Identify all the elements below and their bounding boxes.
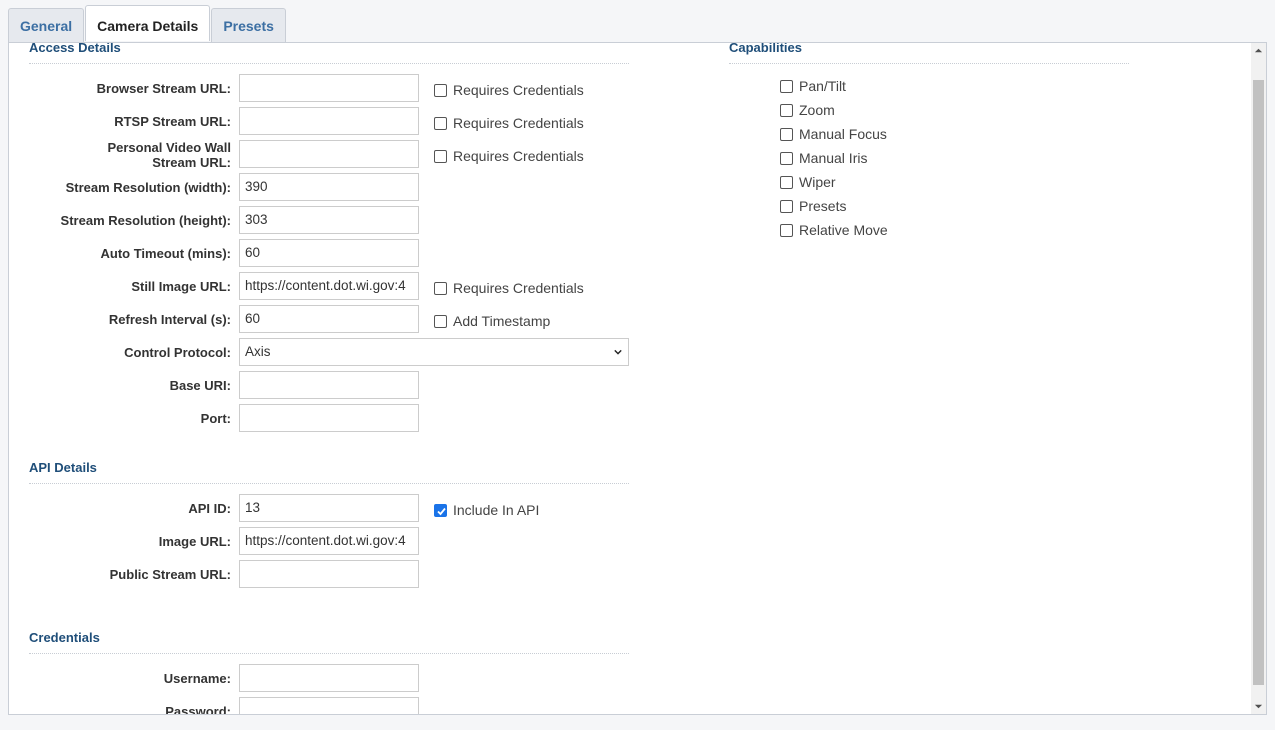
refresh-interval-input[interactable]: 60 xyxy=(239,305,419,333)
browser-stream-requires-credentials[interactable]: Requires Credentials xyxy=(434,82,584,98)
username-label: Username: xyxy=(163,671,231,686)
browser-stream-url-input[interactable] xyxy=(239,74,419,102)
stream-height-input[interactable]: 303 xyxy=(239,206,419,234)
capability-manual-focus-checkbox[interactable] xyxy=(780,127,793,141)
personal-video-wall-label-line1: Personal Video Wall xyxy=(107,140,231,155)
password-label: Password: xyxy=(165,704,231,715)
capability-zoom[interactable]: Zoom xyxy=(780,102,835,118)
browser-stream-requires-credentials-label: Requires Credentials xyxy=(453,82,584,98)
public-stream-url-label: Public Stream URL: xyxy=(109,567,231,582)
personal-video-wall-requires-credentials[interactable]: Requires Credentials xyxy=(434,148,584,164)
capability-pan-tilt-label: Pan/Tilt xyxy=(799,78,846,94)
username-input[interactable] xyxy=(239,664,419,692)
capability-zoom-checkbox[interactable] xyxy=(780,103,793,117)
capability-manual-focus-label: Manual Focus xyxy=(799,126,887,142)
api-id-input[interactable]: 13 xyxy=(239,494,419,522)
include-in-api-label: Include In API xyxy=(453,502,540,518)
still-image-requires-credentials[interactable]: Requires Credentials xyxy=(434,280,584,296)
still-image-url-label: Still Image URL: xyxy=(131,279,231,294)
capability-wiper-label: Wiper xyxy=(799,174,836,190)
capability-manual-focus[interactable]: Manual Focus xyxy=(780,126,887,142)
camera-details-panel: Access Details Browser Stream URL: Requi… xyxy=(8,42,1267,715)
capability-pan-tilt[interactable]: Pan/Tilt xyxy=(780,78,846,94)
capability-manual-iris-checkbox[interactable] xyxy=(780,151,793,165)
vertical-scrollbar[interactable] xyxy=(1251,43,1266,714)
stream-height-label: Stream Resolution (height): xyxy=(60,213,231,228)
stream-width-label: Stream Resolution (width): xyxy=(65,180,231,195)
rtsp-stream-url-label: RTSP Stream URL: xyxy=(114,114,231,129)
base-uri-label: Base URI: xyxy=(169,378,231,393)
personal-video-wall-label-line2: Stream URL: xyxy=(152,155,231,170)
rtsp-requires-credentials[interactable]: Requires Credentials xyxy=(434,115,584,131)
chevron-down-icon xyxy=(614,349,622,355)
capability-wiper-checkbox[interactable] xyxy=(780,175,793,189)
control-protocol-value: Axis xyxy=(245,344,271,359)
personal-video-wall-url-input[interactable] xyxy=(239,140,419,168)
personal-video-wall-requires-credentials-label: Requires Credentials xyxy=(453,148,584,164)
browser-stream-url-label: Browser Stream URL: xyxy=(96,81,231,96)
rtsp-stream-url-input[interactable] xyxy=(239,107,419,135)
personal-video-wall-label: Personal Video Wall Stream URL: xyxy=(9,140,231,170)
rtsp-requires-credentials-label: Requires Credentials xyxy=(453,115,584,131)
add-timestamp-checkbox[interactable] xyxy=(434,314,447,328)
tab-general[interactable]: General xyxy=(8,8,85,42)
capability-presets-checkbox[interactable] xyxy=(780,199,793,213)
add-timestamp[interactable]: Add Timestamp xyxy=(434,313,550,329)
access-details-heading: Access Details xyxy=(29,42,121,55)
capability-presets[interactable]: Presets xyxy=(780,198,846,214)
capability-relative-move-label: Relative Move xyxy=(799,222,888,238)
still-image-url-input[interactable]: https://content.dot.wi.gov:4 xyxy=(239,272,419,300)
capability-manual-iris[interactable]: Manual Iris xyxy=(780,150,867,166)
auto-timeout-label: Auto Timeout (mins): xyxy=(100,246,231,261)
capabilities-divider xyxy=(729,63,1129,64)
base-uri-input[interactable] xyxy=(239,371,419,399)
scroll-down-arrow-icon[interactable] xyxy=(1254,702,1263,711)
rtsp-requires-credentials-checkbox[interactable] xyxy=(434,116,447,130)
capability-relative-move[interactable]: Relative Move xyxy=(780,222,888,238)
capability-manual-iris-label: Manual Iris xyxy=(799,150,868,166)
tab-bar: General Camera Details Presets xyxy=(8,5,287,43)
api-details-heading: API Details xyxy=(29,460,97,475)
personal-video-wall-requires-credentials-checkbox[interactable] xyxy=(434,149,447,163)
capability-pan-tilt-checkbox[interactable] xyxy=(780,79,793,93)
tab-presets[interactable]: Presets xyxy=(211,8,286,42)
control-protocol-select[interactable]: Axis xyxy=(239,338,629,366)
scrollbar-thumb[interactable] xyxy=(1253,80,1264,685)
credentials-divider xyxy=(29,653,629,654)
refresh-interval-label: Refresh Interval (s): xyxy=(108,312,231,327)
access-details-divider xyxy=(29,63,629,64)
credentials-heading: Credentials xyxy=(29,630,100,645)
api-id-label: API ID: xyxy=(188,501,231,516)
check-icon xyxy=(437,507,446,515)
add-timestamp-label: Add Timestamp xyxy=(453,313,551,329)
password-input[interactable] xyxy=(239,697,419,714)
image-url-input[interactable]: https://content.dot.wi.gov:4 xyxy=(239,527,419,555)
tab-camera-details[interactable]: Camera Details xyxy=(85,5,211,41)
browser-stream-requires-credentials-checkbox[interactable] xyxy=(434,83,447,97)
image-url-label: Image URL: xyxy=(158,534,231,549)
api-details-divider xyxy=(29,483,629,484)
public-stream-url-input[interactable] xyxy=(239,560,419,588)
include-in-api[interactable]: Include In API xyxy=(434,502,539,518)
capability-relative-move-checkbox[interactable] xyxy=(780,223,793,237)
include-in-api-checkbox[interactable] xyxy=(434,503,447,517)
capability-presets-label: Presets xyxy=(799,198,847,214)
capabilities-heading: Capabilities xyxy=(729,42,802,55)
auto-timeout-input[interactable]: 60 xyxy=(239,239,419,267)
still-image-requires-credentials-label: Requires Credentials xyxy=(453,280,584,296)
still-image-requires-credentials-checkbox[interactable] xyxy=(434,281,447,295)
scroll-up-arrow-icon[interactable] xyxy=(1254,46,1263,55)
capability-wiper[interactable]: Wiper xyxy=(780,174,836,190)
port-input[interactable] xyxy=(239,404,419,432)
capability-zoom-label: Zoom xyxy=(799,102,835,118)
port-label: Port: xyxy=(200,411,231,426)
control-protocol-label: Control Protocol: xyxy=(124,345,231,360)
stream-width-input[interactable]: 390 xyxy=(239,173,419,201)
